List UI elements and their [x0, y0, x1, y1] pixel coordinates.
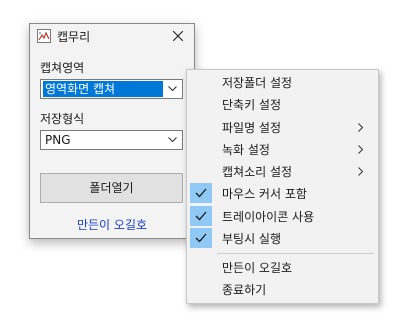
menu-item-label: 트레이아이콘 사용 [222, 210, 315, 224]
capture-app-window: 캡무리 캡쳐영역 영역화면 캡쳐 저장형식 PNG 폴더열기 만든이 오길호 [29, 23, 195, 239]
chevron-down-icon [168, 137, 177, 143]
menu-item-label: 부팅시 실행 [222, 232, 282, 246]
menu-item-label: 저장폴더 설정 [222, 76, 293, 90]
menu-item-recording[interactable]: 녹화 설정 [188, 138, 377, 160]
checkmark-icon [190, 206, 212, 226]
menu-item-maker[interactable]: 만든이 오길호 [188, 256, 377, 278]
menu-item-tray-icon[interactable]: 트레이아이콘 사용 [188, 205, 377, 227]
save-format-select[interactable]: PNG [40, 130, 183, 150]
menu-item-label: 캡쳐소리 설정 [222, 165, 293, 179]
title-bar[interactable]: 캡무리 [30, 24, 194, 48]
capture-area-select[interactable]: 영역화면 캡쳐 [40, 79, 183, 99]
capture-area-value: 영역화면 캡쳐 [43, 81, 163, 97]
menu-item-exit[interactable]: 종료하기 [188, 278, 377, 300]
app-chart-icon [37, 29, 51, 43]
menu-item-label: 종료하기 [222, 283, 267, 297]
menu-item-save-folder[interactable]: 저장폴더 설정 [188, 71, 377, 93]
menu-item-capture-sound[interactable]: 캡쳐소리 설정 [188, 160, 377, 182]
capture-area-label: 캡쳐영역 [40, 61, 85, 75]
close-icon [173, 31, 183, 41]
chevron-down-icon [168, 86, 177, 92]
window-title: 캡무리 [57, 30, 91, 44]
chevron-right-icon [358, 145, 363, 154]
menu-item-label: 파일명 설정 [222, 121, 282, 135]
menu-item-mouse-cursor[interactable]: 마우스 커서 포함 [188, 182, 377, 204]
menu-item-label: 녹화 설정 [222, 143, 270, 157]
menu-item-shortcut[interactable]: 단축키 설정 [188, 93, 377, 115]
chevron-right-icon [358, 123, 363, 132]
menu-item-label: 단축키 설정 [222, 98, 282, 112]
save-format-label: 저장형식 [40, 112, 85, 126]
menu-item-filename[interactable]: 파일명 설정 [188, 116, 377, 138]
save-format-value: PNG [45, 133, 71, 147]
context-menu: 저장폴더 설정 단축키 설정 파일명 설정 녹화 설정 캡쳐소리 설정 마우스 … [186, 69, 379, 304]
menu-separator [217, 253, 374, 254]
close-button[interactable] [166, 26, 190, 46]
menu-item-run-at-boot[interactable]: 부팅시 실행 [188, 227, 377, 249]
menu-item-label: 만든이 오길호 [222, 261, 293, 275]
open-folder-button[interactable]: 폴더열기 [40, 173, 183, 203]
menu-item-label: 마우스 커서 포함 [222, 187, 307, 201]
chevron-right-icon [358, 167, 363, 176]
checkmark-icon [190, 228, 212, 248]
checkmark-icon [190, 183, 212, 203]
maker-link[interactable]: 만든이 오길호 [30, 216, 194, 233]
